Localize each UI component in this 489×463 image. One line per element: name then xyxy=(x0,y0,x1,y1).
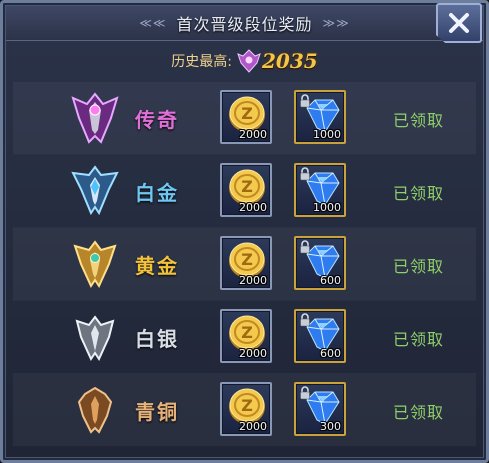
svg-text:Z: Z xyxy=(241,323,253,342)
reward-row: 传奇 Z 2000 1000 已领取 xyxy=(13,81,476,154)
svg-text:Z: Z xyxy=(241,177,253,196)
reward-list: 传奇 Z 2000 1000 已领取 白金 Z 2000 1000 已领取 黄金 Z 2000 600 已领… xyxy=(13,81,476,446)
coin-reward-slot[interactable]: Z 2000 xyxy=(220,90,272,144)
diamond-quantity: 600 xyxy=(320,347,341,360)
reward-row: 黄金 Z 2000 600 已领取 xyxy=(13,227,476,300)
coin-reward-slot[interactable]: Z 2000 xyxy=(220,382,272,436)
close-button[interactable] xyxy=(436,3,482,43)
diamond-quantity: 300 xyxy=(320,420,341,433)
coin-quantity: 2000 xyxy=(239,201,267,214)
panel-header: ≪≪ 首次晋级段位奖励 ≫≫ xyxy=(6,6,483,41)
diamond-reward-slot[interactable]: 1000 xyxy=(294,163,346,217)
header-right-deco: ≫≫ xyxy=(322,16,350,30)
close-icon xyxy=(449,13,469,33)
coin-reward-slot[interactable]: Z 2000 xyxy=(220,236,272,290)
diamond-reward-slot[interactable]: 300 xyxy=(294,382,346,436)
rank-name: 白金 xyxy=(135,181,179,205)
diamond-reward-slot[interactable]: 600 xyxy=(294,309,346,363)
diamond-reward-slot[interactable]: 600 xyxy=(294,236,346,290)
legend-rank-icon xyxy=(65,88,125,148)
coin-quantity: 2000 xyxy=(239,274,267,287)
panel-title: 首次晋级段位奖励 xyxy=(176,15,313,34)
coin-quantity: 2000 xyxy=(239,420,267,433)
history-best: 历史最高: 2035 xyxy=(3,43,486,79)
coin-reward-slot[interactable]: Z 2000 xyxy=(220,309,272,363)
platinum-rank-icon xyxy=(65,161,125,221)
bronze-rank-icon xyxy=(65,380,125,440)
reward-row: 白金 Z 2000 1000 已领取 xyxy=(13,154,476,227)
reward-panel: ≪≪ 首次晋级段位奖励 ≫≫ 历史最高: 2035 传奇 Z 2000 1000 已领取… xyxy=(0,0,489,463)
reward-row: 青铜 Z 2000 300 已领取 xyxy=(13,373,476,446)
history-label: 历史最高: xyxy=(171,54,233,70)
claim-status: 已领取 xyxy=(393,257,445,276)
diamond-quantity: 1000 xyxy=(313,128,341,141)
coin-quantity: 2000 xyxy=(239,128,267,141)
rank-name: 青铜 xyxy=(135,400,179,424)
diamond-quantity: 600 xyxy=(320,274,341,287)
claim-status: 已领取 xyxy=(393,403,445,422)
coin-quantity: 2000 xyxy=(239,347,267,360)
claim-status: 已领取 xyxy=(393,111,445,130)
svg-text:Z: Z xyxy=(241,250,253,269)
rank-name: 传奇 xyxy=(135,108,179,132)
reward-row: 白银 Z 2000 600 已领取 xyxy=(13,300,476,373)
legend-rank-small-icon xyxy=(237,49,261,73)
rank-name: 白银 xyxy=(135,327,179,351)
silver-rank-icon xyxy=(65,307,125,367)
history-value: 2035 xyxy=(262,49,318,73)
gold-rank-icon xyxy=(65,234,125,294)
claim-status: 已领取 xyxy=(393,330,445,349)
coin-reward-slot[interactable]: Z 2000 xyxy=(220,163,272,217)
diamond-quantity: 1000 xyxy=(313,201,341,214)
svg-text:Z: Z xyxy=(241,396,253,415)
header-left-deco: ≪≪ xyxy=(139,16,167,30)
diamond-reward-slot[interactable]: 1000 xyxy=(294,90,346,144)
svg-text:Z: Z xyxy=(241,104,253,123)
rank-name: 黄金 xyxy=(135,254,179,278)
claim-status: 已领取 xyxy=(393,184,445,203)
